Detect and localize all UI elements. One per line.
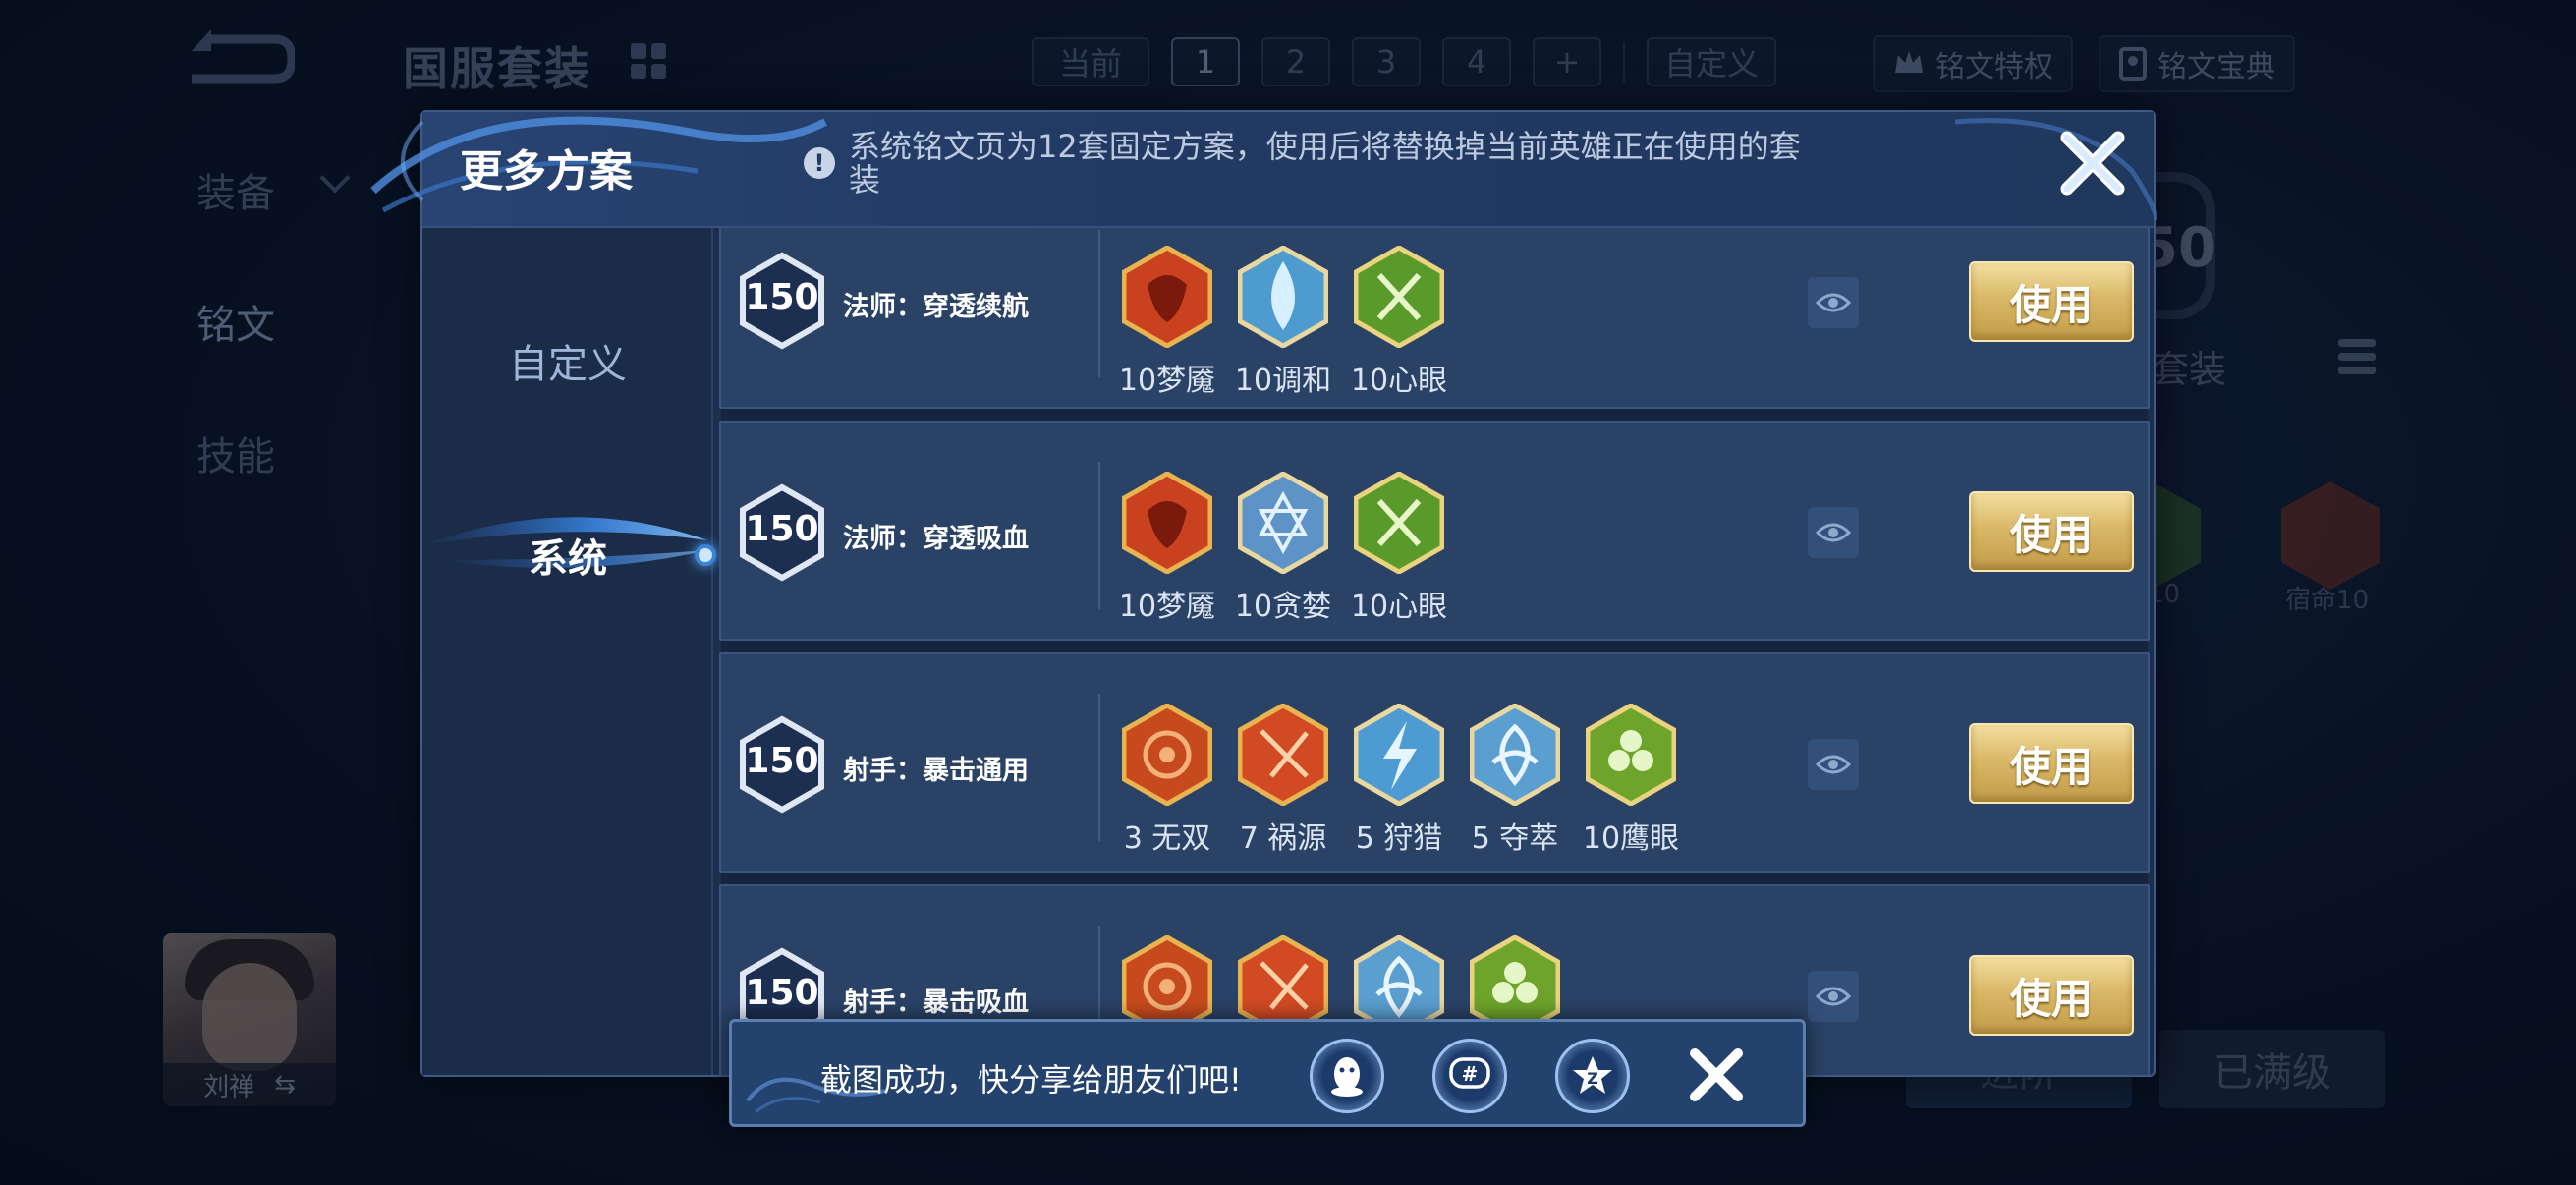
screenshot-share-toast: 截图成功，快分享给朋友们吧! # Z	[729, 1019, 1806, 1127]
nav-item-system[interactable]: 系统	[422, 511, 713, 599]
plan-side-nav: 自定义 系统	[422, 228, 716, 1075]
plan-list[interactable]: 150 法师：穿透续航 10梦魇 10调和 10心眼 使用 150 法师：穿透吸…	[719, 228, 2154, 1075]
rune-label: 7 祸源	[1239, 821, 1327, 856]
blue-drop-rune-icon	[1238, 246, 1328, 348]
rune-label: 10心眼	[1350, 364, 1448, 398]
rune-label: 5 狩猎	[1355, 821, 1443, 856]
preview-eye-icon[interactable]	[1808, 507, 1859, 558]
green-bow-rune-icon	[1354, 472, 1444, 574]
red-blade-rune-icon	[1238, 704, 1328, 806]
modal-header: 更多方案 ! 系统铭文页为12套固定方案，使用后将替换掉当前英雄正在使用的套装	[370, 112, 2157, 228]
use-button[interactable]: 使用	[1969, 261, 2134, 342]
modal-title: 更多方案	[460, 146, 633, 197]
plan-row: 150 射手：暴击通用 3 无双 7 祸源 5 狩猎 5 夺萃 10鹰眼 使用	[719, 652, 2150, 884]
red-swirl-rune-icon	[1122, 704, 1212, 806]
plan-level: 150	[745, 741, 819, 781]
more-plans-modal: 更多方案 ! 系统铭文页为12套固定方案，使用后将替换掉当前英雄正在使用的套装 …	[370, 110, 2157, 1077]
svg-text:Z: Z	[1587, 1069, 1598, 1088]
qq-icon[interactable]	[1310, 1039, 1384, 1113]
nav-item-custom[interactable]: 自定义	[422, 316, 713, 405]
plan-row: 150 法师：穿透吸血 10梦魇 10贪婪 10心眼 使用	[719, 421, 2150, 652]
rune-label: 10鹰眼	[1582, 821, 1680, 856]
nav-selected-indicator	[695, 544, 716, 566]
wechat-moments-icon[interactable]: #	[1432, 1039, 1507, 1113]
blue-star-rune-icon	[1238, 472, 1328, 574]
plan-name: 射手：暴击通用	[843, 756, 1029, 786]
preview-eye-icon[interactable]	[1808, 971, 1859, 1022]
rune-label: 3 无双	[1123, 821, 1211, 856]
rune-label: 10梦魇	[1118, 364, 1216, 398]
plan-level: 150	[745, 973, 819, 1013]
toast-close-icon[interactable]	[1685, 1044, 1748, 1106]
qzone-icon[interactable]: Z	[1555, 1039, 1630, 1113]
rune-label: 10梦魇	[1118, 590, 1216, 624]
rune-label: 10贪婪	[1234, 590, 1332, 624]
green-bow-rune-icon	[1354, 246, 1444, 348]
svg-text:#: #	[1462, 1062, 1479, 1086]
preview-eye-icon[interactable]	[1808, 277, 1859, 328]
plan-name: 射手：暴击吸血	[843, 988, 1029, 1018]
use-button[interactable]: 使用	[1969, 491, 2134, 572]
blue-knot-rune-icon	[1470, 704, 1560, 806]
preview-eye-icon[interactable]	[1808, 739, 1859, 790]
rune-label: 10心眼	[1350, 590, 1448, 624]
red-demon-rune-icon	[1122, 246, 1212, 348]
plan-level: 150	[745, 509, 819, 549]
use-button[interactable]: 使用	[1969, 955, 2134, 1036]
info-icon: !	[804, 147, 835, 179]
close-icon[interactable]	[2053, 124, 2132, 202]
toast-message: 截图成功，快分享给朋友们吧!	[820, 1061, 1242, 1099]
plan-name: 法师：穿透吸血	[843, 524, 1029, 554]
rune-label: 10调和	[1234, 364, 1332, 398]
notice-text: 系统铭文页为12套固定方案，使用后将替换掉当前英雄正在使用的套装	[849, 128, 1801, 198]
use-button[interactable]: 使用	[1969, 723, 2134, 804]
plan-level: 150	[745, 277, 819, 317]
blue-lightning-rune-icon	[1354, 704, 1444, 806]
rune-label: 5 夺萃	[1471, 821, 1559, 856]
plan-row: 150 法师：穿透续航 10梦魇 10调和 10心眼 使用	[719, 228, 2150, 421]
green-clover-rune-icon	[1586, 704, 1676, 806]
red-demon-rune-icon	[1122, 472, 1212, 574]
plan-name: 法师：穿透续航	[843, 292, 1029, 322]
